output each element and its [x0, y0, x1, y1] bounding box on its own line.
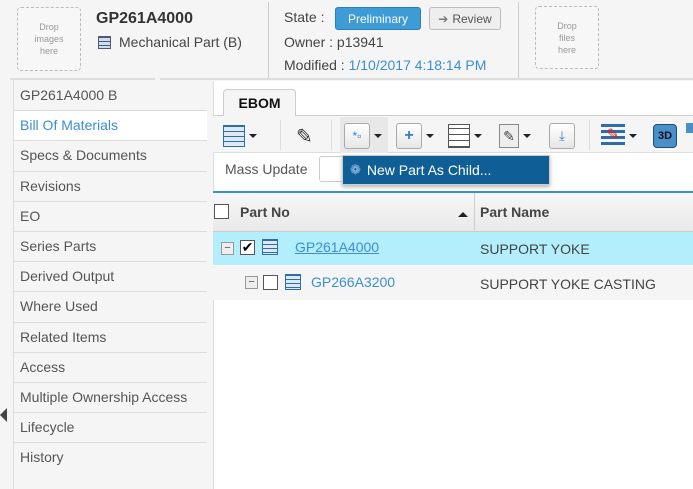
divider [589, 120, 590, 150]
owner-text: Owner : p13941 [284, 34, 384, 50]
gear-icon: ❁ [350, 162, 361, 177]
sidebar-item-part[interactable]: GP261A4000 B [13, 81, 207, 112]
part-icon [98, 35, 111, 49]
table-copy-icon [223, 125, 245, 147]
drop-images-text: Drop images here [34, 22, 64, 56]
sidebar-item-series-parts[interactable]: Series Parts [13, 231, 207, 263]
menu-item-label: New Part As Child... [366, 162, 492, 178]
edit-disabled-button[interactable]: ✎ [296, 123, 313, 149]
collapse-icon[interactable]: − [221, 242, 234, 255]
state-badge[interactable]: Preliminary [335, 7, 421, 30]
modified-value: 1/10/2017 4:18:14 PM [348, 57, 487, 73]
cube-3d-icon: 3D [653, 124, 677, 148]
part-number-title: GP261A4000 [96, 10, 193, 27]
chevron-down-icon [374, 134, 382, 138]
part-name-cell: SUPPORT YOKE CASTING [480, 276, 656, 292]
sidebar-item-revisions[interactable]: Revisions [13, 171, 207, 202]
divider [518, 2, 519, 78]
state-label: State : [284, 9, 325, 25]
new-part-button[interactable]: *▫ [344, 123, 382, 149]
view-3d-button[interactable]: 3D [653, 123, 677, 149]
divider [160, 78, 693, 80]
new-part-icon: *▫ [344, 123, 370, 149]
chevron-down-icon [474, 134, 482, 138]
document-edit-icon: ✎ [499, 124, 519, 148]
markup-button[interactable]: ✎ [601, 123, 637, 149]
column-header-part-name[interactable]: Part Name [480, 204, 549, 220]
menu-item-new-part-as-child[interactable]: ❁ New Part As Child... [342, 155, 550, 185]
tab-ebom[interactable]: EBOM [223, 89, 296, 116]
download-icon: ⤓ [549, 123, 575, 149]
sidebar-item-bill-of-materials[interactable]: Bill Of Materials [13, 111, 207, 142]
chevron-down-icon [523, 134, 531, 138]
row-checkbox-checked[interactable]: ✔ [240, 240, 255, 255]
markup-pen-icon: ✎ [601, 124, 625, 148]
mass-update-label: Mass Update [225, 161, 308, 177]
modified-label: Modified : [284, 57, 345, 73]
drop-images-zone[interactable]: Drop images here [17, 7, 81, 71]
edit-document-button[interactable]: ✎ [499, 123, 531, 149]
part-icon [285, 274, 301, 290]
drop-files-text: Drop files here [557, 20, 577, 55]
divider [280, 120, 281, 150]
table-row[interactable] [213, 232, 693, 266]
collapse-sidebar-icon[interactable] [0, 408, 7, 422]
part-no-link[interactable]: GP266A3200 [311, 274, 395, 290]
divider [10, 78, 155, 80]
chevron-down-icon [426, 134, 434, 138]
sidebar-item-access[interactable]: Access [13, 352, 207, 383]
chevron-down-icon [629, 134, 637, 138]
modified-text: Modified : 1/10/2017 4:18:14 PM [284, 57, 486, 73]
review-button[interactable]: ➔ Review [429, 7, 501, 30]
sidebar: GP261A4000 B Bill Of Materials Specs & D… [13, 81, 207, 474]
sidebar-item-lifecycle[interactable]: Lifecycle [13, 413, 207, 444]
divider [331, 120, 332, 150]
chevron-down-icon [249, 134, 257, 138]
sidebar-item-related-items[interactable]: Related Items [13, 322, 207, 353]
part-type-label: Mechanical Part (B) [119, 34, 242, 50]
plus-icon: + [396, 123, 422, 149]
download-button[interactable]: ⤓ [549, 123, 575, 149]
part-type: Mechanical Part (B) [98, 34, 242, 50]
review-label: Review [452, 11, 492, 26]
insert-button[interactable] [448, 123, 482, 149]
sidebar-item-specs-documents[interactable]: Specs & Documents [13, 141, 207, 172]
part-icon [262, 239, 278, 255]
divider [13, 80, 14, 489]
collapse-icon[interactable]: − [245, 276, 258, 289]
sidebar-item-eo[interactable]: EO [13, 201, 207, 232]
row-checkbox[interactable] [263, 275, 278, 290]
pencil-no-icon: ✎ [296, 125, 313, 148]
column-header-part-no[interactable]: Part No [240, 204, 290, 220]
add-existing-button[interactable]: + [396, 123, 434, 149]
sort-asc-icon[interactable] [458, 212, 468, 217]
drop-files-zone[interactable]: Drop files here [535, 6, 599, 69]
sidebar-item-where-used[interactable]: Where Used [13, 292, 207, 323]
arrow-right-icon: ➔ [438, 11, 449, 26]
sidebar-item-multiple-ownership-access[interactable]: Multiple Ownership Access [13, 382, 207, 414]
insert-rows-icon [448, 124, 470, 148]
folder-icon[interactable] [686, 123, 693, 133]
divider [268, 2, 269, 78]
sidebar-item-history[interactable]: History [13, 443, 207, 474]
table-view-button[interactable] [223, 123, 257, 149]
sidebar-item-derived-output[interactable]: Derived Output [13, 262, 207, 293]
select-all-checkbox[interactable] [214, 204, 229, 219]
part-no-link[interactable]: GP261A4000 [295, 239, 379, 255]
part-name-cell: SUPPORT YOKE [480, 241, 590, 257]
